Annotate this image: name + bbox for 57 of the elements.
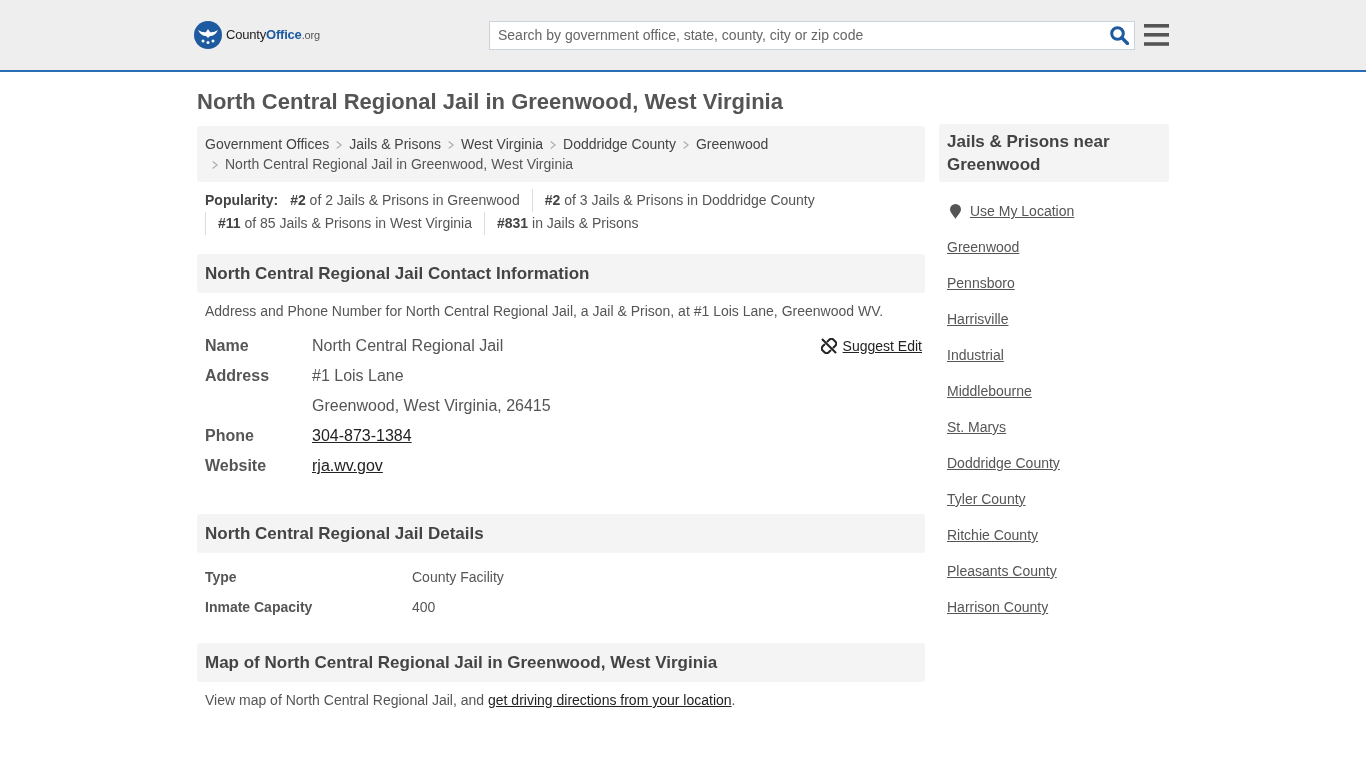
chevron-icon [336,140,343,149]
breadcrumb-link[interactable]: Greenwood [695,136,769,152]
popularity-rank: #2 of 2 Jails & Prisons in Greenwood [290,191,521,210]
detail-value: County Facility [412,568,504,587]
logo-icon [194,21,222,49]
map-pin-icon [950,203,961,219]
field-value: North Central Regional Jail [312,336,504,356]
use-location-link[interactable]: Use My Location [970,201,1075,221]
chevron-icon [212,160,218,169]
breadcrumb-link[interactable]: Doddridge County [563,136,676,152]
suggest-edit-link[interactable]: Suggest Edit [820,332,922,360]
nearby-link[interactable]: Greenwood [947,237,1020,257]
chevron-icon [448,140,455,149]
nearby-link[interactable]: Pennsboro [947,273,1015,293]
field-label: Name [205,336,250,356]
field-value: #1 Lois Lane [312,366,404,386]
contact-description: Address and Phone Number for North Central Regional Jail, a Jail & Prison, at #1 Lois Lane, Greenwood WV. [204,302,885,321]
map-description: View map of North Central Regional Jail, and get driving directions from your location. [204,691,737,710]
nearby-link[interactable]: St. Marys [947,417,1007,437]
detail-value: 400 [412,598,436,617]
popularity-rank: #831 in Jails & Prisons [483,212,651,235]
nearby-link[interactable]: Ritchie County [947,525,1039,545]
nearby-link[interactable]: Tyler County [947,489,1026,509]
detail-label: Inmate Capacity [205,598,314,617]
directions-link[interactable]: get driving directions from your location [488,692,732,708]
nearby-link[interactable]: Doddridge County [947,453,1060,473]
popularity-rank: #11 of 85 Jails & Prisons in West Virginia [205,212,484,235]
breadcrumb-link[interactable]: West Virginia [461,136,544,152]
nearby-link[interactable]: Industrial [947,345,1004,365]
chevron-icon [682,140,689,149]
nearby-link[interactable]: Pleasants County [947,561,1057,581]
field-label: Phone [205,426,255,446]
breadcrumb-link[interactable]: Government Offices [205,136,330,152]
unlink-icon [820,338,837,354]
chevron-icon [550,140,557,149]
sidebar-heading: Jails & Prisons near Greenwood [939,124,1169,182]
nearby-link[interactable]: Harrisville [947,309,1009,329]
section-heading: North Central Regional Jail Contact Information [197,254,925,293]
nearby-link[interactable]: Harrison County [947,597,1049,617]
breadcrumb-link[interactable]: Jails & Prisons [349,136,442,152]
section-heading: North Central Regional Jail Details [197,514,925,553]
section-heading: Map of North Central Regional Jail in Greenwood, West Virginia [197,643,925,682]
field-label: Website [205,456,268,476]
nearby-link[interactable]: Middlebourne [947,381,1032,401]
field-link[interactable]: 304-873-1384 [312,421,412,451]
search-field[interactable]: Search by government office, state, county, city or zip code [489,20,1135,50]
popularity-label: Popularity: [205,191,279,210]
search-icon[interactable] [1110,25,1129,45]
breadcrumb-current: North Central Regional Jail in Greenwood, West Virginia [225,156,574,172]
field-link[interactable]: rja.wv.gov [312,451,383,481]
field-value: Greenwood, West Virginia, 26415 [312,396,551,416]
popularity-rank: #2 of 3 Jails & Prisons in Doddridge County [531,189,827,212]
field-label: Address [205,366,271,386]
page-title: North Central Regional Jail in Greenwood, West Virginia [197,89,784,115]
menu-icon[interactable] [1144,24,1169,46]
site-logo[interactable]: CountyOffice.org [194,21,320,49]
detail-label: Type [205,568,238,587]
